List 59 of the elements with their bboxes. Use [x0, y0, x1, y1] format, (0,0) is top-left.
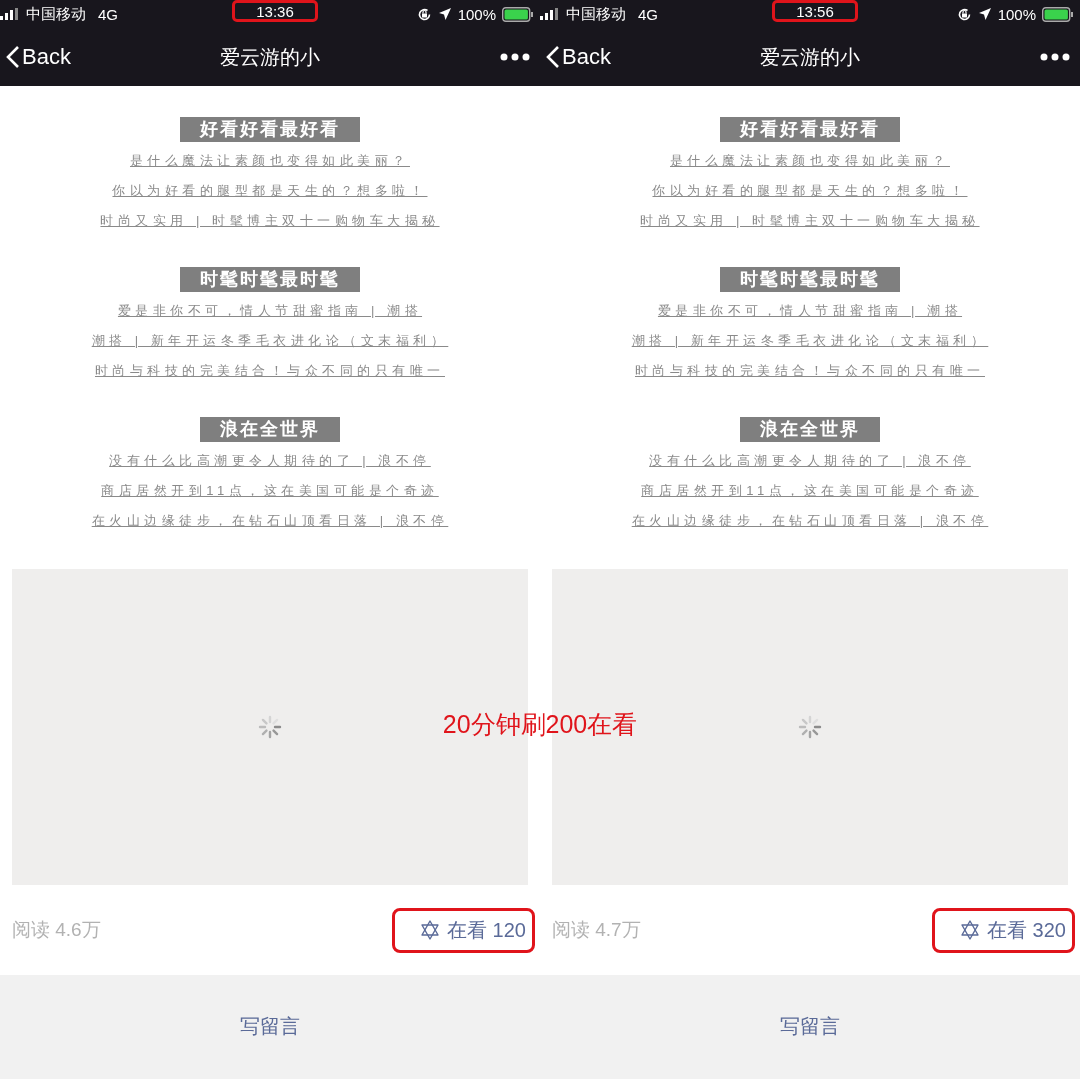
article-link[interactable]: 商店居然开到11点，这在美国可能是个奇迹	[101, 476, 439, 506]
article-link[interactable]: 你以为好看的腿型都是天生的？想多啦！	[112, 176, 428, 206]
loading-spinner-icon	[798, 715, 822, 739]
carrier-name: 中国移动	[26, 4, 86, 24]
back-button[interactable]: Back	[540, 44, 611, 70]
article-link[interactable]: 没有什么比高潮更令人期待的了 | 浪不停	[649, 446, 971, 476]
section-heading: 好看好看最好看	[720, 117, 900, 142]
rotation-lock-icon	[956, 6, 972, 22]
rotation-lock-icon	[416, 6, 432, 22]
watching-button[interactable]: 在看 120	[392, 907, 535, 953]
article-link[interactable]: 在火山边缘徒步，在钻石山顶看日落 | 浪不停	[631, 506, 989, 536]
article-link[interactable]: 是什么魔法让素颜也变得如此美丽？	[670, 146, 950, 176]
carrier-name: 中国移动	[566, 4, 626, 24]
page-title: 爱云游的小	[760, 45, 860, 68]
section-heading: 浪在全世界	[200, 417, 340, 442]
page-title: 爱云游的小	[220, 45, 320, 68]
article-link[interactable]: 是什么魔法让素颜也变得如此美丽？	[130, 146, 410, 176]
back-chevron-icon	[6, 45, 20, 69]
loading-spinner-icon	[258, 715, 282, 739]
article-link[interactable]: 你以为好看的腿型都是天生的？想多啦！	[652, 176, 968, 206]
section-heading: 时髦时髦最时髦	[720, 267, 900, 292]
location-arrow-icon	[977, 7, 992, 21]
article-link[interactable]: 时尚又实用 | 时髦博主双十一购物车大揭秘	[640, 206, 980, 236]
back-button[interactable]: Back	[0, 44, 71, 70]
article-link[interactable]: 在火山边缘徒步，在钻石山顶看日落 | 浪不停	[91, 506, 449, 536]
status-time: 13:56	[772, 0, 858, 22]
write-comment-button[interactable]: 写留言	[234, 1011, 306, 1041]
section-heading: 好看好看最好看	[180, 117, 360, 142]
more-icon[interactable]	[500, 53, 530, 61]
battery-icon	[1042, 6, 1074, 22]
read-count: 阅读 4.6万	[12, 918, 101, 942]
battery-percent: 100%	[457, 5, 496, 23]
network-type: 4G	[98, 5, 118, 23]
location-arrow-icon	[437, 7, 452, 21]
article-link[interactable]: 潮搭 | 新年开运冬季毛衣进化论（文末福利）	[631, 326, 989, 356]
status-time: 13:36	[232, 0, 318, 22]
article-link[interactable]: 潮搭 | 新年开运冬季毛衣进化论（文末福利）	[91, 326, 449, 356]
section-heading: 时髦时髦最时髦	[180, 267, 360, 292]
article-link[interactable]: 时尚与科技的完美结合！与众不同的只有唯一	[95, 356, 445, 386]
article-link[interactable]: 爱是非你不可，情人节甜蜜指南 | 潮搭	[657, 296, 963, 326]
signal-icon	[540, 8, 560, 20]
signal-icon	[0, 8, 20, 20]
read-count: 阅读 4.7万	[552, 918, 641, 942]
section-heading: 浪在全世界	[740, 417, 880, 442]
article-link[interactable]: 时尚与科技的完美结合！与众不同的只有唯一	[635, 356, 985, 386]
annotation-text: 20分钟刷200在看	[442, 710, 638, 738]
article-link[interactable]: 没有什么比高潮更令人期待的了 | 浪不停	[109, 446, 431, 476]
article-link[interactable]: 时尚又实用 | 时髦博主双十一购物车大揭秘	[100, 206, 440, 236]
star-icon	[959, 919, 982, 941]
network-type: 4G	[638, 5, 658, 23]
back-chevron-icon	[546, 45, 560, 69]
watching-button[interactable]: 在看 320	[932, 907, 1075, 953]
star-icon	[419, 919, 442, 941]
article-link[interactable]: 爱是非你不可，情人节甜蜜指南 | 潮搭	[117, 296, 423, 326]
more-icon[interactable]	[1040, 53, 1070, 61]
article-link[interactable]: 商店居然开到11点，这在美国可能是个奇迹	[641, 476, 979, 506]
battery-icon	[502, 6, 534, 22]
battery-percent: 100%	[997, 5, 1036, 23]
write-comment-button[interactable]: 写留言	[774, 1011, 846, 1041]
